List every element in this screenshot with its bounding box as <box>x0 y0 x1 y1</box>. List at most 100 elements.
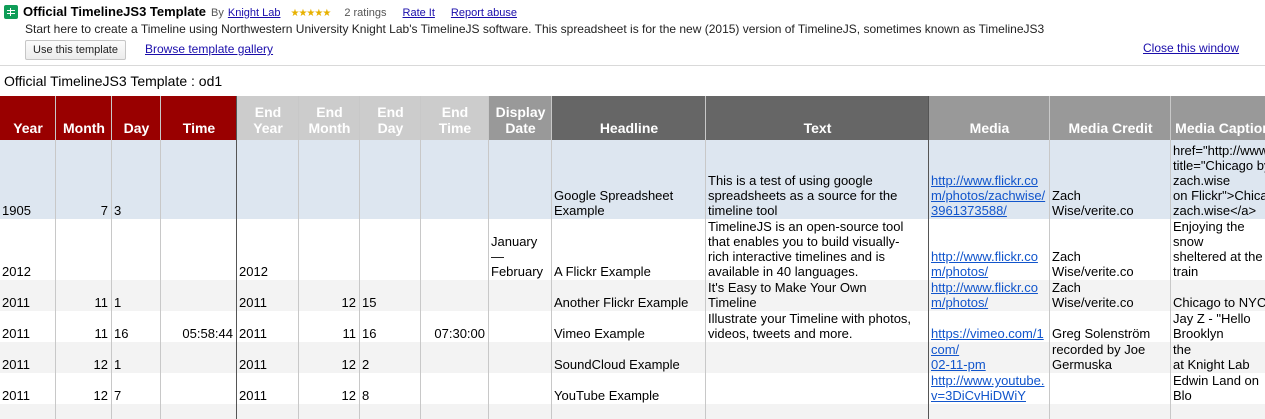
column-header[interactable]: Month <box>56 96 112 140</box>
table-cell[interactable]: 12 <box>56 342 112 373</box>
table-cell[interactable] <box>56 404 112 419</box>
table-cell[interactable] <box>706 404 929 419</box>
table-cell[interactable] <box>489 140 552 219</box>
table-cell[interactable]: SoundCloud Example <box>552 342 706 373</box>
table-cell[interactable]: 1905 <box>0 140 56 219</box>
table-cell[interactable]: 8 <box>360 373 421 404</box>
table-cell[interactable] <box>112 404 161 419</box>
table-cell[interactable]: 2012 <box>237 219 299 280</box>
table-cell[interactable] <box>489 311 552 342</box>
table-cell[interactable] <box>161 342 237 373</box>
table-cell[interactable]: recorded by Joe Germuska <box>1050 342 1171 373</box>
table-cell[interactable] <box>161 280 237 311</box>
table-cell[interactable]: Jay Z - "Hello Brooklyn <box>1171 311 1265 342</box>
table-cell[interactable]: January — February <box>489 219 552 280</box>
column-header[interactable]: End Time <box>421 96 489 140</box>
table-cell[interactable]: 1 <box>112 342 161 373</box>
table-cell[interactable] <box>421 140 489 219</box>
table-cell[interactable] <box>489 404 552 419</box>
table-cell[interactable] <box>552 404 706 419</box>
table-cell[interactable] <box>706 342 929 373</box>
table-cell[interactable]: Google Spreadsheet Example <box>552 140 706 219</box>
table-cell[interactable] <box>237 404 299 419</box>
column-header[interactable]: Text <box>706 96 929 140</box>
table-cell[interactable]: Zach Wise/verite.co <box>1050 140 1171 219</box>
table-cell[interactable] <box>421 342 489 373</box>
table-cell[interactable]: 7 <box>112 373 161 404</box>
column-header[interactable]: End Month <box>299 96 360 140</box>
table-cell[interactable]: 2011 <box>237 373 299 404</box>
table-cell[interactable] <box>421 404 489 419</box>
table-cell[interactable]: It's Easy to Make Your Own Timeline <box>706 280 929 311</box>
author-link[interactable]: Knight Lab <box>228 7 281 19</box>
table-cell[interactable] <box>1050 373 1171 404</box>
table-cell[interactable]: 1 <box>112 280 161 311</box>
media-url-link[interactable]: https://soundcloud.com/ 02-11-pm <box>931 342 1046 372</box>
column-header[interactable]: Display Date <box>489 96 552 140</box>
table-cell[interactable]: 05:58:44 <box>161 311 237 342</box>
report-abuse-link[interactable]: Report abuse <box>451 7 517 19</box>
table-cell[interactable]: http://www.flickr.com/photos/zachwise/39… <box>929 140 1050 219</box>
table-cell[interactable] <box>161 140 237 219</box>
use-template-button[interactable]: Use this template <box>25 40 126 60</box>
table-cell[interactable]: Illustrate your Timeline with photos, vi… <box>706 311 929 342</box>
table-cell[interactable]: Vimeo Example <box>552 311 706 342</box>
table-cell[interactable]: https://soundcloud.com/ 02-11-pm <box>929 342 1050 373</box>
table-cell[interactable] <box>360 404 421 419</box>
table-cell[interactable]: 11 <box>299 311 360 342</box>
table-cell[interactable]: This is a test of using google spreadshe… <box>706 140 929 219</box>
table-cell[interactable]: A recording of the at Knight Lab <box>1171 342 1265 373</box>
media-url-link[interactable]: http://www.flickr.com/photos/zachwise/39… <box>931 173 1046 218</box>
column-header[interactable]: Headline <box>552 96 706 140</box>
media-url-link[interactable]: http://www.youtube. v=3DiCvHiDWiY <box>931 373 1044 403</box>
column-header[interactable]: Media <box>929 96 1050 140</box>
table-cell[interactable]: 12 <box>299 280 360 311</box>
close-window-link[interactable]: Close this window <box>1143 41 1239 55</box>
table-cell[interactable] <box>360 219 421 280</box>
table-cell[interactable] <box>161 404 237 419</box>
table-cell[interactable]: Chicago to NYC <box>1171 280 1265 311</box>
column-header[interactable]: Time <box>161 96 237 140</box>
table-cell[interactable]: 7 <box>56 140 112 219</box>
table-cell[interactable]: http://www.youtube. v=3DiCvHiDWiY <box>929 373 1050 404</box>
table-cell[interactable]: YouTube Example <box>552 373 706 404</box>
table-cell[interactable]: 2011 <box>0 342 56 373</box>
column-header[interactable]: End Year <box>237 96 299 140</box>
table-cell[interactable] <box>56 219 112 280</box>
table-cell[interactable]: 15 <box>360 280 421 311</box>
table-cell[interactable]: A Flickr Example <box>552 219 706 280</box>
media-url-link[interactable]: http://www.flickr.com/photos/ <box>931 249 1046 279</box>
table-cell[interactable] <box>929 404 1050 419</box>
column-header[interactable]: Day <box>112 96 161 140</box>
table-cell[interactable]: Edwin Land on Blo <box>1171 373 1265 404</box>
table-cell[interactable]: TimelineJS is an open-source tool that e… <box>706 219 929 280</box>
table-cell[interactable]: 11 <box>56 311 112 342</box>
table-cell[interactable]: Greg Solenström <box>1050 311 1171 342</box>
column-header[interactable]: Media Caption <box>1171 96 1265 140</box>
media-url-link[interactable]: http://www.flickr.com/photos/ <box>931 280 1046 310</box>
table-cell[interactable]: 2011 <box>0 280 56 311</box>
table-cell[interactable] <box>421 373 489 404</box>
table-cell[interactable]: 12 <box>299 342 360 373</box>
table-cell[interactable] <box>161 373 237 404</box>
table-cell[interactable]: Enjoying the snow sheltered at the train <box>1171 219 1265 280</box>
table-cell[interactable]: 2011 <box>237 280 299 311</box>
table-cell[interactable]: http://www.flickr.com/photos/ <box>929 219 1050 280</box>
table-cell[interactable]: 11 <box>56 280 112 311</box>
table-cell[interactable] <box>0 404 56 419</box>
table-cell[interactable]: https://vimeo.com/1 <box>929 311 1050 342</box>
table-cell[interactable]: 12 <box>56 373 112 404</box>
table-cell[interactable]: <a href="http://www.flickr.com title="Ch… <box>1171 140 1265 219</box>
column-header[interactable]: Year <box>0 96 56 140</box>
table-cell[interactable] <box>360 140 421 219</box>
table-cell[interactable]: Zach Wise/verite.co <box>1050 280 1171 311</box>
table-cell[interactable] <box>237 140 299 219</box>
table-cell[interactable] <box>489 373 552 404</box>
table-cell[interactable] <box>706 373 929 404</box>
column-header[interactable]: Media Credit <box>1050 96 1171 140</box>
column-header[interactable]: End Day <box>360 96 421 140</box>
table-cell[interactable]: 2011 <box>237 311 299 342</box>
table-cell[interactable]: Another Flickr Example <box>552 280 706 311</box>
table-cell[interactable]: 2011 <box>0 373 56 404</box>
table-cell[interactable]: 2011 <box>0 311 56 342</box>
